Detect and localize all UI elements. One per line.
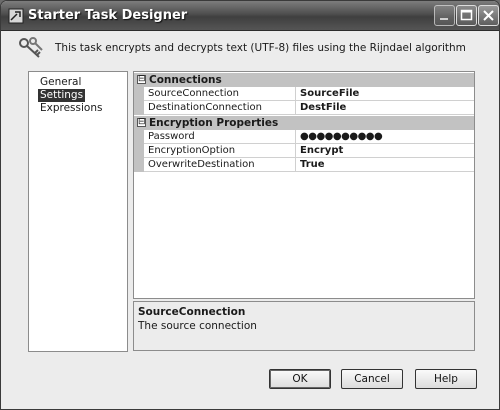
row-gutter: [134, 144, 144, 158]
category-encryption-properties[interactable]: ⊟ Encryption Properties: [134, 116, 474, 130]
property-name: EncryptionOption: [144, 144, 296, 158]
row-gutter: [134, 101, 144, 115]
page-nav-list: General Settings Expressions: [28, 71, 128, 352]
row-gutter: [134, 87, 144, 101]
property-name: OverwriteDestination: [144, 158, 296, 172]
property-row-destinationconnection[interactable]: DestinationConnection DestFile: [134, 101, 474, 115]
property-row-password[interactable]: Password ●●●●●●●●●●: [134, 130, 474, 144]
maximize-icon: [460, 9, 473, 21]
category-label: Encryption Properties: [149, 117, 279, 129]
help-button[interactable]: Help: [415, 369, 477, 389]
task-designer-window: Starter Task Designer This task encrypts…: [0, 0, 500, 410]
property-name: SourceConnection: [144, 87, 296, 101]
maximize-button[interactable]: [456, 5, 477, 26]
ok-button[interactable]: OK: [269, 369, 331, 389]
minimize-button[interactable]: [434, 5, 455, 26]
close-icon: [483, 10, 494, 21]
property-row-overwritedestination[interactable]: OverwriteDestination True: [134, 158, 474, 172]
cancel-button[interactable]: Cancel: [341, 369, 403, 389]
collapse-icon[interactable]: ⊟: [137, 75, 146, 84]
property-row-encryptionoption[interactable]: EncryptionOption Encrypt: [134, 144, 474, 158]
nav-item-settings[interactable]: Settings: [38, 89, 86, 102]
nav-item-general[interactable]: General: [38, 76, 83, 89]
row-gutter: [134, 158, 144, 172]
nav-item-expressions[interactable]: Expressions: [38, 102, 104, 115]
minimize-icon: [440, 18, 448, 20]
window-title: Starter Task Designer: [28, 8, 188, 23]
collapse-icon[interactable]: ⊟: [137, 118, 146, 127]
property-name: DestinationConnection: [144, 101, 296, 115]
category-label: Connections: [149, 74, 222, 86]
property-value[interactable]: DestFile: [297, 101, 473, 115]
property-description-panel: SourceConnection The source connection: [133, 301, 475, 351]
description-text: The source connection: [138, 320, 257, 332]
task-description: This task encrypts and decrypts text (UT…: [55, 42, 466, 54]
property-value[interactable]: Encrypt: [297, 144, 473, 158]
property-row-sourceconnection[interactable]: SourceConnection SourceFile: [134, 87, 474, 101]
task-header: This task encrypts and decrypts text (UT…: [1, 31, 499, 63]
row-gutter: [134, 130, 144, 144]
property-name: Password: [144, 130, 296, 144]
property-value[interactable]: SourceFile: [297, 87, 473, 101]
password-value[interactable]: ●●●●●●●●●●: [297, 130, 473, 144]
category-connections[interactable]: ⊟ Connections: [134, 73, 474, 87]
property-grid: ⊟ Connections SourceConnection SourceFil…: [133, 71, 475, 299]
property-value[interactable]: True: [297, 158, 473, 172]
close-button[interactable]: [478, 5, 499, 26]
keys-icon: [8, 8, 24, 24]
description-title: SourceConnection: [138, 306, 246, 318]
title-bar[interactable]: Starter Task Designer: [1, 1, 499, 31]
keys-icon: [19, 37, 43, 58]
